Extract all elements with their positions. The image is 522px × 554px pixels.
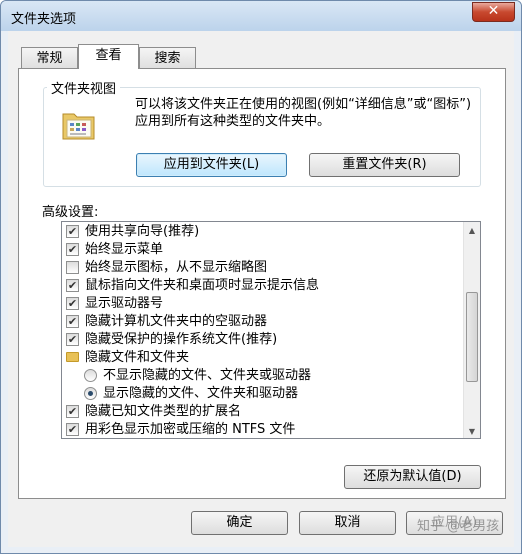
setting-label: 显示隐藏的文件、文件夹和驱动器 [103,386,299,401]
tab-general[interactable]: 常规 [21,47,78,69]
folder-view-icon [60,106,98,144]
window-title: 文件夹选项 [11,12,77,27]
setting-label: 使用共享向导(推荐) [85,224,200,239]
button-label: 还原为默认值(D) [363,469,462,484]
watermark: 知乎 @老男孩 [417,519,500,534]
button-label: 应用到文件夹(L) [163,157,260,172]
cancel-button[interactable]: 取消 [299,511,396,535]
tab-label: 搜索 [154,51,181,66]
setting-row[interactable]: ✔ 用彩色显示加密或压缩的 NTFS 文件 [62,421,480,438]
scroll-down-arrow-icon[interactable]: ▼ [464,423,480,438]
advanced-settings-tree[interactable]: ✔ 使用共享向导(推荐) ✔ 始终显示菜单始终显示图标，从不显示缩略图 ✔ 鼠标指向文件夹… [61,221,481,439]
apply-to-folders-button[interactable]: 应用到文件夹(L) [136,153,287,177]
checked-checkbox[interactable]: ✔ [66,405,79,418]
checked-checkbox[interactable]: ✔ [66,315,79,328]
setting-label: 隐藏计算机文件夹中的空驱动器 [85,314,268,329]
unselected-radio[interactable] [84,369,97,382]
setting-row[interactable]: ✔ 隐藏已知文件类型的扩展名 [62,403,480,421]
setting-label: 不显示隐藏的文件、文件夹或驱动器 [103,368,312,383]
checked-checkbox[interactable]: ✔ [66,279,79,292]
setting-row[interactable]: ✔ 显示驱动器号 [62,295,480,313]
setting-label: 用彩色显示加密或压缩的 NTFS 文件 [85,422,296,437]
advanced-settings-label: 高级设置: [42,205,99,220]
tab-label: 常规 [36,51,63,66]
close-button[interactable]: ✕ [472,2,515,22]
unchecked-checkbox[interactable] [66,261,79,274]
checked-checkbox[interactable]: ✔ [66,297,79,310]
ok-button[interactable]: 确定 [191,511,288,535]
setting-label: 始终显示图标，从不显示缩略图 [85,260,268,275]
scrollbar-thumb[interactable] [466,292,478,382]
tab-view[interactable]: 查看 [78,44,139,69]
checked-checkbox[interactable]: ✔ [66,423,79,436]
scroll-up-arrow-icon[interactable]: ▲ [464,222,480,239]
setting-row[interactable]: ✔ 使用共享向导(推荐) [62,223,480,241]
tab-label: 查看 [95,48,122,63]
setting-label: 隐藏受保护的操作系统文件(推荐) [85,332,278,347]
setting-row[interactable]: ✔ 隐藏计算机文件夹中的空驱动器 [62,313,480,331]
setting-row[interactable]: ✔ 鼠标指向文件夹和桌面项时显示提示信息 [62,277,480,295]
setting-label: 隐藏文件和文件夹 [85,350,190,365]
close-icon: ✕ [487,3,500,19]
checked-checkbox[interactable]: ✔ [66,333,79,346]
setting-label: 鼠标指向文件夹和桌面项时显示提示信息 [85,278,320,293]
checked-checkbox[interactable]: ✔ [66,243,79,256]
setting-row[interactable]: 始终显示图标，从不显示缩略图 [62,259,480,277]
restore-defaults-button[interactable]: 还原为默认值(D) [344,465,481,489]
setting-row[interactable]: 显示隐藏的文件、文件夹和驱动器 [62,385,480,403]
vertical-scrollbar[interactable]: ▲ ▼ [463,222,480,438]
setting-row[interactable]: 隐藏文件和文件夹 [62,349,480,367]
setting-row[interactable]: ✔ 隐藏受保护的操作系统文件(推荐) [62,331,480,349]
folder-view-description: 可以将该文件夹正在使用的视图(例如“详细信息”或“图标”)应用到所有这种类型的文… [135,97,472,129]
button-label: 确定 [226,515,253,530]
setting-label: 隐藏已知文件类型的扩展名 [85,404,242,419]
reset-folders-button[interactable]: 重置文件夹(R) [309,153,460,177]
checked-checkbox[interactable]: ✔ [66,225,79,238]
folder-options-window: 文件夹选项 ✕ 常规 查看 搜索 文件夹视图 可以将该文件夹正在使用的视图(例如… [0,0,522,554]
button-label: 重置文件夹(R) [342,157,427,172]
folder-view-group-label: 文件夹视图 [47,78,121,97]
tab-search[interactable]: 搜索 [139,47,196,69]
setting-row[interactable]: 不显示隐藏的文件、文件夹或驱动器 [62,367,480,385]
setting-label: 始终显示菜单 [85,242,164,257]
setting-label: 显示驱动器号 [85,296,164,311]
selected-radio[interactable] [84,387,97,400]
title-bar[interactable]: 文件夹选项 ✕ [1,1,521,31]
folder-icon [66,352,79,362]
setting-row[interactable]: ✔ 始终显示菜单 [62,241,480,259]
button-label: 取消 [334,515,361,530]
